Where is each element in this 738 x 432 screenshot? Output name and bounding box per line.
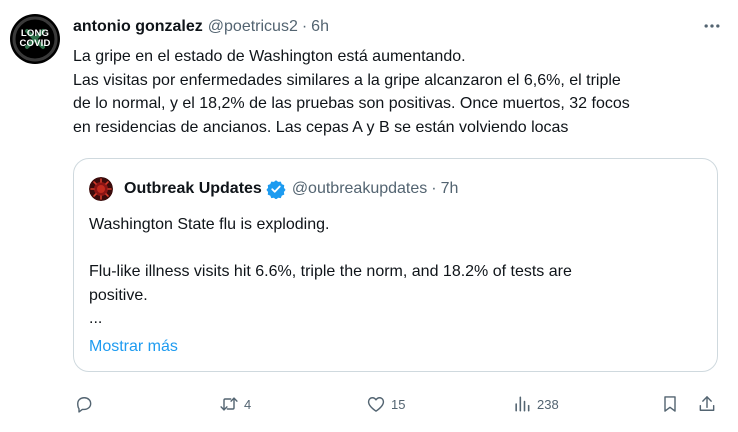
action-bar: 4 15 238	[0, 390, 738, 418]
quote-header: Outbreak Updates @outbreakupdates · 7h	[124, 178, 458, 200]
verified-badge-icon	[266, 180, 286, 199]
quote-text-line: Flu-like illness visits hit 6.6%, triple…	[89, 263, 572, 280]
views-icon	[515, 396, 530, 412]
avatar-text-bottom: COVID	[19, 38, 51, 49]
author-name[interactable]: antonio gonzalez	[73, 18, 203, 36]
quote-time[interactable]: 7h	[441, 180, 459, 198]
bookmark-button[interactable]	[660, 390, 680, 418]
post-text-line: Las visitas por enfermedades similares a…	[73, 71, 621, 89]
quote-author-handle[interactable]: @outbreakupdates	[292, 180, 427, 198]
separator-dot: ·	[301, 18, 308, 35]
quote-text: Washington State flu is exploding. Flu-l…	[89, 213, 704, 331]
post-text-line: en residencias de ancianos. Las cepas A …	[73, 118, 569, 136]
reply-button[interactable]	[74, 390, 99, 418]
like-button[interactable]: 15	[366, 390, 405, 418]
quote-separator-dot: ·	[431, 180, 437, 197]
like-count: 15	[391, 396, 406, 412]
views-count: 238	[537, 396, 559, 412]
repost-icon	[220, 397, 238, 411]
quoted-post[interactable]: Outbreak Updates @outbreakupdates · 7h W…	[73, 158, 718, 372]
post-header: antonio gonzalez @poetricus2 · 6h	[73, 16, 329, 38]
more-icon	[704, 24, 720, 28]
author-avatar[interactable]: LONG COVID	[10, 14, 60, 64]
author-handle[interactable]: @poetricus2	[208, 18, 298, 36]
post-text-line: La gripe en el estado de Washington está…	[73, 48, 466, 65]
quote-avatar	[89, 177, 113, 201]
quote-text-gap	[89, 237, 704, 261]
quote-author-name[interactable]: Outbreak Updates	[124, 180, 262, 198]
views-button[interactable]: 238	[512, 390, 559, 418]
repost-button[interactable]: 4	[219, 390, 251, 418]
show-more-link[interactable]: Mostrar más	[89, 338, 178, 356]
post-text: La gripe en el estado de Washington está…	[73, 45, 723, 139]
share-button[interactable]	[697, 390, 717, 418]
post-time[interactable]: 6h	[311, 18, 329, 36]
reply-icon	[77, 397, 92, 413]
quote-text-line: Washington State flu is exploding.	[89, 216, 330, 233]
share-icon	[699, 396, 715, 411]
post-text-line: de lo normal, y el 18,2% de las pruebas …	[73, 95, 630, 112]
quote-text-line: ...	[89, 310, 103, 327]
bookmark-icon	[664, 396, 676, 412]
quote-text-line: positive.	[89, 286, 148, 304]
like-icon	[367, 397, 385, 412]
repost-count: 4	[244, 396, 252, 412]
more-options-button[interactable]	[700, 16, 724, 36]
